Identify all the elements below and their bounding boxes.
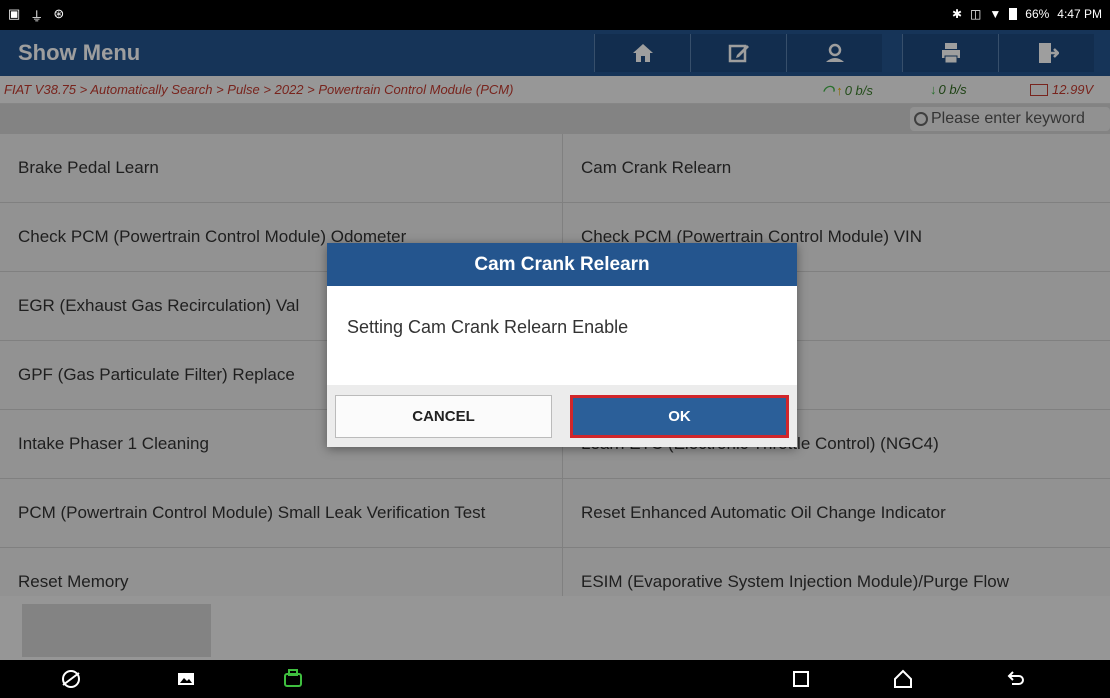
dialog-title: Cam Crank Relearn	[327, 243, 797, 286]
system-nav-bar	[0, 660, 1110, 698]
clock: 4:47 PM	[1057, 7, 1102, 21]
cam-crank-dialog: Cam Crank Relearn Setting Cam Crank Rele…	[327, 243, 797, 447]
vibrate-icon: ◫	[970, 7, 982, 21]
back-icon[interactable]	[1004, 668, 1026, 690]
recents-icon[interactable]	[790, 668, 812, 690]
image-icon: ▣	[8, 6, 21, 21]
vci-icon[interactable]	[282, 668, 304, 690]
dialog-message: Setting Cam Crank Relearn Enable	[347, 317, 629, 337]
gallery-icon[interactable]	[175, 668, 197, 690]
wifi-status-icon: ▼	[989, 7, 1002, 21]
dialog-footer: CANCEL OK	[327, 385, 797, 447]
usb-icon: ⏚	[30, 9, 44, 24]
ok-button[interactable]: OK	[570, 395, 789, 438]
battery-percent: 66%	[1025, 7, 1050, 21]
status-bar: ▣ ⏚ ⊛ ✱ ◫ ▼ 66% 4:47 PM	[0, 0, 1110, 30]
bug-icon: ⊛	[53, 6, 65, 21]
battery-icon	[1009, 8, 1018, 20]
browser-icon[interactable]	[60, 668, 82, 690]
home-nav-icon[interactable]	[892, 668, 914, 690]
bluetooth-icon: ✱	[951, 7, 963, 21]
cancel-button[interactable]: CANCEL	[335, 395, 552, 438]
